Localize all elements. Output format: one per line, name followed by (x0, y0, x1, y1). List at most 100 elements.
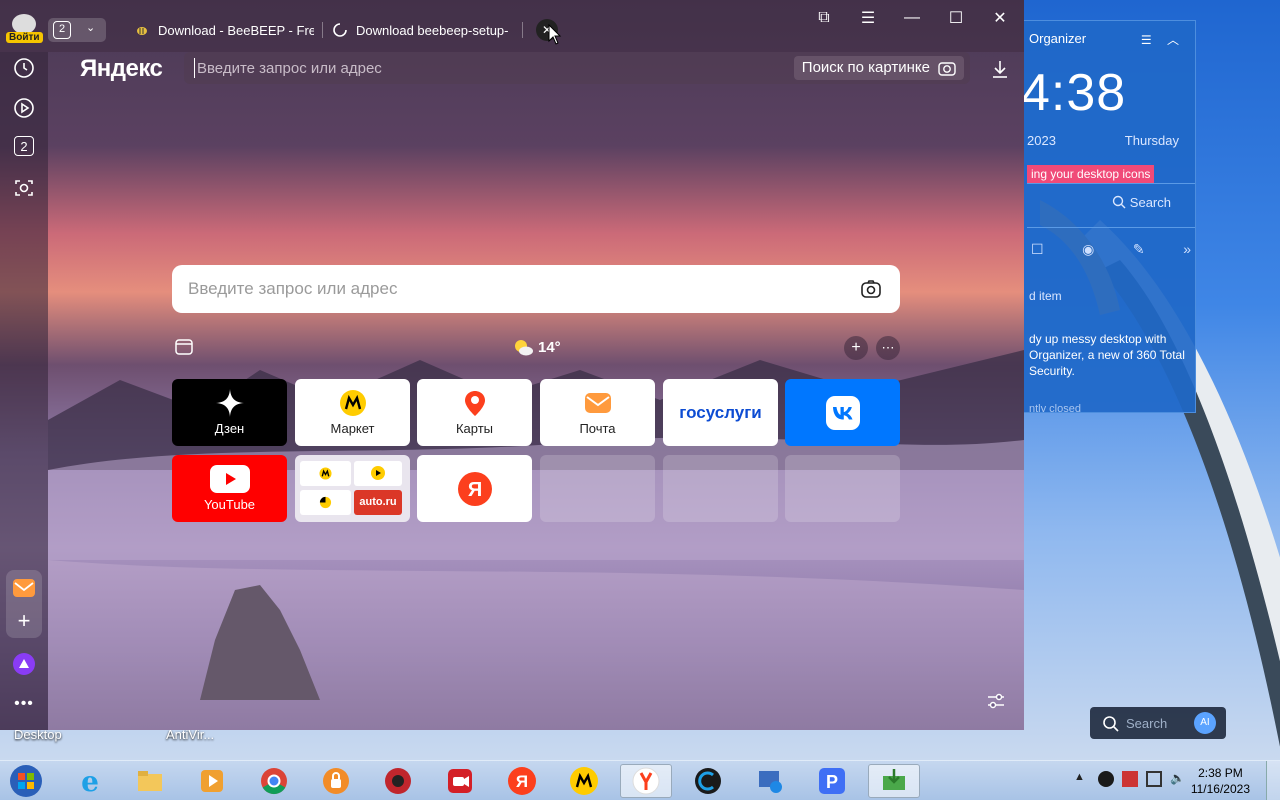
address-input[interactable] (194, 58, 774, 78)
taskbar-clock[interactable]: 2:38 PM 11/16/2023 (1191, 765, 1250, 797)
network-icon[interactable] (1146, 771, 1162, 787)
tab-beebeep[interactable]: Download - BeeBEEP - Free (134, 18, 314, 42)
maps-pin-icon (464, 391, 485, 416)
ccleaner-icon (695, 768, 721, 794)
camera-icon[interactable] (860, 278, 882, 300)
eye-icon[interactable]: ◉ (1082, 241, 1094, 258)
add-tile-button[interactable]: + (844, 336, 868, 360)
taskbar: e Я P ▲ 🔈 2:38 PM 11/16/2023 (0, 760, 1280, 800)
show-desktop-button[interactable] (1266, 761, 1280, 800)
organizer-widget: Organizer ☰ ︿ 4:38 2023 Thursday ing you… (1010, 20, 1196, 413)
mini-tile (354, 461, 402, 486)
maximize-icon[interactable]: ☐ (944, 8, 968, 28)
square-icon[interactable]: ☐ (1031, 241, 1044, 258)
tabs-count-icon[interactable]: 2 (14, 136, 34, 156)
organizer-description: dy up messy desktop with Organizer, a ne… (1029, 332, 1185, 378)
weather-widget[interactable]: 14° (512, 336, 561, 358)
tile-gosuslugi[interactable]: госуслуги (663, 379, 778, 446)
market-icon (339, 390, 366, 416)
tile-vk[interactable] (785, 379, 900, 446)
more-options-button[interactable]: ⋯ (876, 336, 900, 360)
chevrons-right-icon[interactable]: » (1183, 241, 1191, 258)
tile-label: Карты (455, 421, 494, 436)
svg-text:Я: Я (516, 772, 528, 791)
yandex-logo[interactable]: Яндекс (80, 55, 163, 83)
organizer-search[interactable]: Search (1112, 195, 1171, 210)
tile-label: YouTube (203, 497, 256, 512)
minimize-icon[interactable]: — (900, 8, 924, 28)
loading-icon (333, 23, 347, 37)
tile-yandex[interactable]: Я (417, 455, 532, 522)
organizer-item-label: d item (1029, 289, 1062, 303)
more-icon[interactable]: ••• (12, 692, 36, 716)
screenshot-icon[interactable] (12, 176, 36, 200)
history-icon[interactable] (12, 56, 36, 80)
pie-icon (319, 496, 332, 509)
image-search-label: Поиск по картинке (801, 59, 930, 76)
play-icon[interactable] (12, 96, 36, 120)
start-button[interactable] (6, 763, 46, 799)
gosuslugi-logo: госуслуги (679, 402, 762, 422)
tab-title: Download - BeeBEEP - Free (158, 22, 314, 38)
tile-label: Почта (579, 421, 616, 436)
internet-explorer-icon: e (81, 766, 99, 796)
tile-group[interactable]: auto.ru (295, 455, 410, 522)
taskbar-yandex[interactable]: Я (496, 764, 548, 798)
taskbar-ccleaner[interactable] (682, 764, 734, 798)
desktop-search-box[interactable]: Search AI (1090, 707, 1226, 739)
login-badge[interactable]: Войти (6, 32, 43, 43)
taskbar-ie[interactable]: e (64, 764, 116, 798)
image-search-button[interactable]: Поиск по картинке (793, 56, 964, 80)
ccleaner-tray-icon[interactable] (1098, 771, 1114, 787)
tray-expand-icon[interactable]: ▲ (1074, 771, 1090, 787)
taskbar-app-red[interactable] (372, 764, 424, 798)
taskbar-yandex-browser[interactable] (620, 764, 672, 798)
organizer-date: 2023 (1027, 133, 1056, 148)
menu-icon[interactable]: ☰ (856, 8, 880, 28)
camera-icon (938, 62, 956, 76)
flag-icon[interactable] (1122, 771, 1138, 787)
organizer-search-label: Search (1129, 195, 1171, 210)
tile-dzen[interactable]: Дзен (172, 379, 287, 446)
organizer-menu-icon[interactable]: ☰ ︿ (1141, 31, 1185, 48)
tile-youtube[interactable]: YouTube (172, 455, 287, 522)
settings-sliders-icon[interactable] (985, 690, 1007, 712)
tile-mail[interactable]: Почта (540, 379, 655, 446)
volume-icon[interactable]: 🔈 (1170, 771, 1186, 787)
app-window-icon[interactable] (174, 337, 194, 357)
lock-shield-icon (323, 768, 349, 794)
tab-switcher[interactable]: 2 ⌄ (48, 18, 106, 42)
ai-badge[interactable]: AI (1194, 712, 1216, 734)
alice-icon[interactable] (12, 652, 36, 676)
download-icon[interactable] (990, 58, 1010, 80)
taskbar-explorer[interactable] (124, 764, 176, 798)
empty-tile[interactable] (663, 455, 778, 522)
taskbar-vpn[interactable] (310, 764, 362, 798)
taskbar-chrome[interactable] (248, 764, 300, 798)
tab-beebeep-setup[interactable]: Download beebeep-setup- (332, 18, 510, 42)
taskbar-p-app[interactable]: P (806, 764, 858, 798)
main-search-box[interactable] (172, 265, 900, 313)
taskbar-market[interactable] (558, 764, 610, 798)
mail-icon[interactable] (12, 576, 36, 600)
empty-tile[interactable] (540, 455, 655, 522)
tile-market[interactable]: Маркет (295, 379, 410, 446)
bookmarks-icon[interactable]: ⧉ (812, 8, 836, 28)
close-window-icon[interactable]: ✕ (988, 8, 1012, 28)
note-icon[interactable]: ✎ (1133, 241, 1145, 258)
main-search-input[interactable] (188, 277, 828, 301)
organizer-day: Thursday (1124, 133, 1179, 148)
youtube-icon (209, 465, 250, 493)
taskbar-installer[interactable] (868, 764, 920, 798)
taskbar-recorder[interactable] (434, 764, 486, 798)
organizer-banner[interactable]: ing your desktop icons (1027, 165, 1155, 183)
avatar[interactable] (12, 14, 36, 34)
play-icon (371, 466, 385, 480)
empty-tile[interactable] (785, 455, 900, 522)
address-bar[interactable]: Поиск по картинке (184, 52, 970, 84)
add-icon[interactable]: + (12, 608, 36, 633)
taskbar-remote[interactable] (744, 764, 796, 798)
taskbar-media[interactable] (186, 764, 238, 798)
system-tray: ▲ 🔈 (1074, 771, 1186, 787)
tile-maps[interactable]: Карты (417, 379, 532, 446)
